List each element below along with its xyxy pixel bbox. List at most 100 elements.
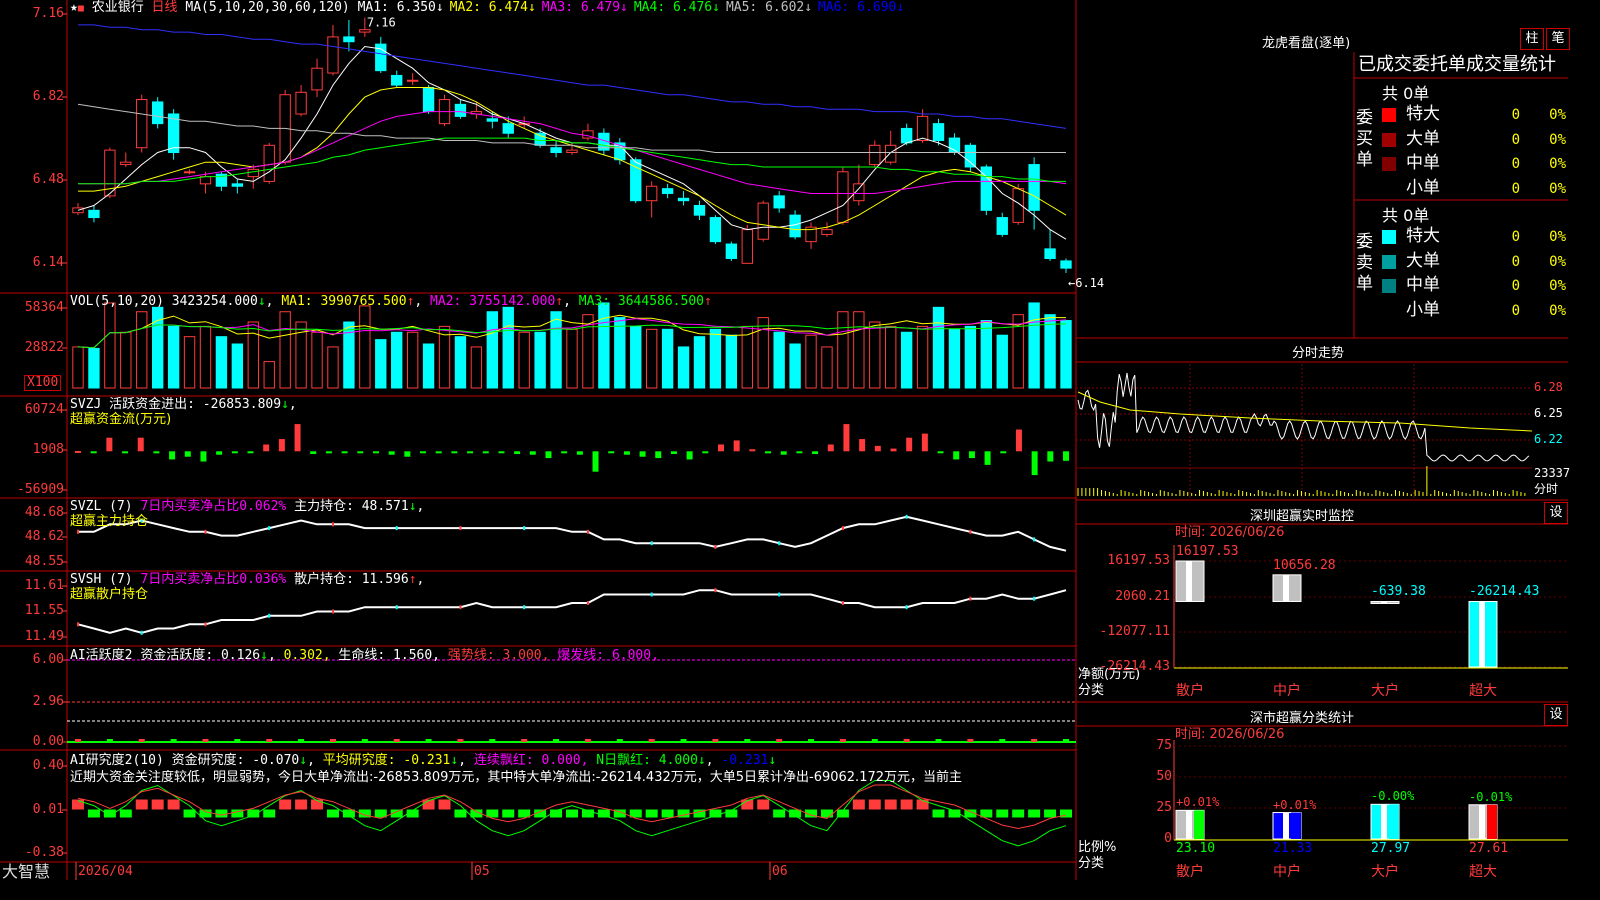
fund-flow-bar xyxy=(404,451,411,457)
tick-mode-button[interactable]: 笔 xyxy=(1546,28,1570,50)
fund-flow-bar xyxy=(310,451,317,455)
candle-body xyxy=(406,79,419,82)
volume-bar xyxy=(916,325,929,389)
ai-research-header: AI研究度2(10) 资金研究度: -0.070↓, 平均研究度: -0.231… xyxy=(70,753,777,768)
svsh-line-dot xyxy=(395,605,398,610)
volume-bar xyxy=(1060,320,1072,389)
order-size-pct: 0% xyxy=(1549,180,1566,197)
volume-bar xyxy=(900,331,913,389)
vol-value: 3423254.000 xyxy=(171,294,258,309)
period-label[interactable]: 日线 xyxy=(152,0,178,15)
order-size-count: 0 xyxy=(1511,278,1520,294)
fund-flow-bar xyxy=(200,451,207,462)
candle-body xyxy=(151,101,164,125)
volume-bar xyxy=(980,320,993,389)
research-bar xyxy=(884,799,897,810)
y-tick-label: 48.68 xyxy=(24,505,64,520)
sz-class-xlabel: 分类 xyxy=(1078,856,1105,871)
sz-class-change-label: +0.01% xyxy=(1273,797,1317,812)
volume-bar xyxy=(773,331,785,389)
order-size-label: 特大 xyxy=(1406,226,1440,246)
candle-body xyxy=(502,123,514,134)
ma-line-ma6 xyxy=(78,24,1067,129)
longhu-title: 龙虎看盘(逐单) xyxy=(1262,36,1351,51)
research-bar xyxy=(279,799,292,810)
candle-body xyxy=(693,205,706,216)
alert-icon[interactable]: ■ xyxy=(78,3,84,14)
svzl-line-dot xyxy=(905,514,908,519)
candle-body xyxy=(566,149,578,154)
fund-flow-bar xyxy=(984,451,991,465)
research-bar xyxy=(183,809,196,818)
fund-flow-bar xyxy=(608,451,615,454)
fund-flow-bar xyxy=(341,451,348,454)
candle-body xyxy=(534,132,546,146)
sz-monitor-value-label: -639.38 xyxy=(1371,584,1426,600)
svzj-header: SVZJ 活跃资金进出: -26853.809↓, xyxy=(70,397,297,412)
order-size-pct: 0% xyxy=(1549,229,1566,245)
svzl-line-dot xyxy=(969,529,972,534)
research-bar xyxy=(454,809,467,818)
fund-flow-bar xyxy=(827,444,834,452)
ma-value-5: MA5: 6.602↓ xyxy=(725,0,813,15)
candle-body xyxy=(183,171,196,174)
volume-bar xyxy=(964,325,977,389)
sz-monitor-time: 时间: 2026/06/26 xyxy=(1175,525,1285,540)
y-tick-label: 1908 xyxy=(32,442,64,457)
research-bar xyxy=(151,799,164,810)
svsh-header: SVSH (7) 7日内买卖净占比0.036% 散户持仓: 11.596↑, xyxy=(70,572,425,587)
buy-total: 共 0单 xyxy=(1382,84,1430,103)
svsh-title: SVSH (7) xyxy=(70,572,133,587)
brand-logo[interactable]: 大智慧 xyxy=(2,862,50,882)
activity-bar xyxy=(712,739,719,742)
fund-flow-bar xyxy=(1047,451,1054,462)
research-bar xyxy=(932,809,945,818)
volume-bar xyxy=(406,331,419,389)
sz-class-value-label: 23.10 xyxy=(1176,841,1216,856)
sz-monitor-value-label: -26214.43 xyxy=(1469,584,1540,600)
research-bar xyxy=(757,799,770,810)
svzl-line-dot xyxy=(268,526,271,531)
svzl-line-dot xyxy=(778,541,781,546)
intraday-price-line xyxy=(1077,372,1530,462)
y-tick-label: 48.55 xyxy=(24,554,64,569)
sz-monitor-title: 深圳超赢实时监控 xyxy=(1250,509,1355,524)
fund-flow-bar xyxy=(372,451,379,454)
svsh-line-dot xyxy=(268,613,271,618)
research-bar xyxy=(1028,809,1041,818)
svsh-line-dot xyxy=(204,622,207,627)
vol-ma2: MA2: 3755142.000 xyxy=(430,294,556,309)
volume-bar xyxy=(183,336,196,389)
y-tick-label: 11.61 xyxy=(24,578,64,593)
sell-total: 共 0单 xyxy=(1382,206,1430,225)
fund-flow-bar xyxy=(921,433,928,452)
volume-bar xyxy=(327,346,339,389)
activity-bar xyxy=(425,739,432,742)
research-bar xyxy=(645,809,658,818)
research-bar xyxy=(87,809,100,818)
candle-body xyxy=(231,183,244,187)
candle-body xyxy=(327,36,339,74)
svzl-line-dot xyxy=(332,522,334,527)
stock-name[interactable]: 农业银行 xyxy=(92,0,144,15)
volume-bar xyxy=(693,336,706,389)
legend-swatch xyxy=(1382,181,1396,196)
volume-bar xyxy=(853,311,865,389)
fund-flow-bar xyxy=(906,437,913,452)
vol-header: VOL(5,10,20) 3423254.000↓, MA1: 3990765.… xyxy=(70,294,712,309)
legend-swatch xyxy=(1382,108,1396,122)
activity-bar xyxy=(776,739,783,742)
sz-monitor-settings-button[interactable]: 设 xyxy=(1544,502,1568,524)
activity-bar xyxy=(266,739,273,742)
activity-bar xyxy=(1031,739,1038,742)
volume-bar xyxy=(120,331,132,389)
sz-class-settings-button[interactable]: 设 xyxy=(1544,704,1568,726)
intraday-vol-tick: 23337 xyxy=(1534,466,1571,480)
fund-flow-bar xyxy=(184,451,191,457)
volume-bar xyxy=(1028,302,1040,389)
y-tick-label: 58364 xyxy=(24,300,64,315)
x-tick-label: 2026/04 xyxy=(78,864,133,879)
star-icon[interactable]: ★ xyxy=(70,0,78,15)
volume-bar xyxy=(645,328,658,389)
bar-mode-button[interactable]: 柱 xyxy=(1520,28,1544,50)
